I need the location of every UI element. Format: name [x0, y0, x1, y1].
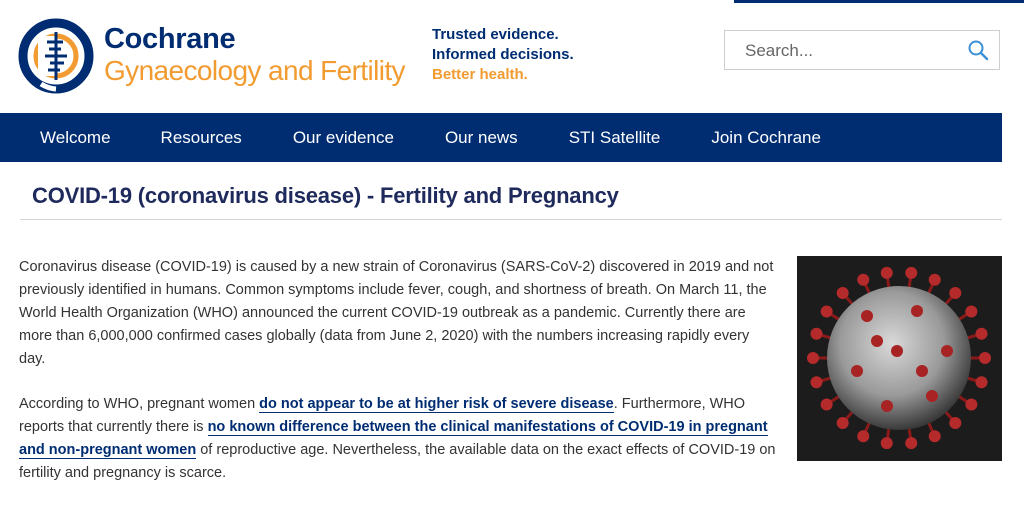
- main-nav: Welcome Resources Our evidence Our news …: [0, 113, 1002, 162]
- article-body: Coronavirus disease (COVID-19) is caused…: [19, 256, 779, 507]
- coronavirus-illustration: [797, 256, 1002, 461]
- nav-item-our-news[interactable]: Our news: [445, 113, 518, 162]
- title-divider: [20, 219, 1002, 220]
- link-higher-risk[interactable]: do not appear to be at higher risk of se…: [259, 396, 614, 413]
- site-header: Cochrane Gynaecology and Fertility Trust…: [0, 0, 1024, 113]
- nav-item-join-cochrane[interactable]: Join Cochrane: [711, 113, 821, 162]
- brand-name[interactable]: Cochrane Gynaecology and Fertility: [104, 23, 406, 88]
- nav-item-welcome[interactable]: Welcome: [40, 113, 111, 162]
- coronavirus-image: [797, 256, 1002, 461]
- search-input[interactable]: [745, 39, 955, 63]
- brand-cochrane-text: Cochrane: [104, 23, 236, 55]
- search-icon[interactable]: [967, 39, 989, 61]
- nav-item-sti-satellite[interactable]: STI Satellite: [569, 113, 661, 162]
- nav-item-resources[interactable]: Resources: [161, 113, 242, 162]
- nav-item-our-evidence[interactable]: Our evidence: [293, 113, 394, 162]
- cochrane-logo-icon[interactable]: [18, 18, 94, 94]
- tagline-line-2: Informed decisions.: [432, 46, 574, 63]
- page-title: COVID-19 (coronavirus disease) - Fertili…: [32, 183, 619, 208]
- tagline: Trusted evidence. Informed decisions. Be…: [432, 25, 574, 85]
- tagline-line-3: Better health.: [432, 66, 528, 83]
- tagline-line-1: Trusted evidence.: [432, 26, 559, 43]
- who-paragraph: According to WHO, pregnant women do not …: [19, 393, 779, 485]
- intro-paragraph: Coronavirus disease (COVID-19) is caused…: [19, 259, 774, 367]
- paragraph-text: According to WHO, pregnant women: [19, 396, 260, 412]
- brand-group-text: Gynaecology and Fertility: [104, 55, 406, 86]
- search-box: [724, 30, 1000, 70]
